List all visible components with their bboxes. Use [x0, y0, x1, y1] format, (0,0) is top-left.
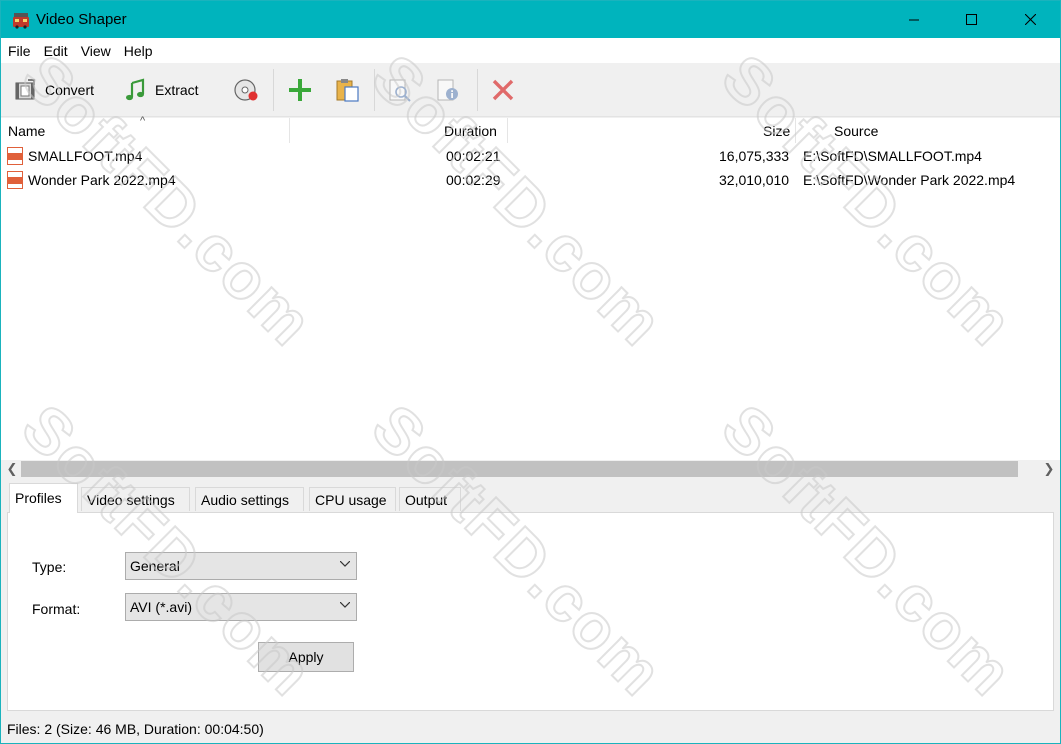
scroll-right-icon[interactable]: ❯ — [1040, 460, 1058, 478]
record-disc-button[interactable] — [232, 72, 260, 108]
status-text: Files: 2 (Size: 46 MB, Duration: 00:04:5… — [7, 721, 264, 737]
scrollbar-thumb[interactable] — [21, 461, 1018, 477]
extract-button[interactable]: Extract — [123, 72, 199, 108]
window-title: Video Shaper — [36, 11, 127, 28]
video-file-icon — [7, 147, 23, 165]
type-select[interactable]: General — [125, 552, 357, 580]
format-select-value: AVI (*.avi) — [130, 599, 192, 615]
delete-x-icon — [492, 79, 514, 101]
close-icon — [1024, 14, 1036, 25]
column-duration[interactable]: Duration — [444, 123, 497, 139]
cell-size: 32,010,010 — [719, 172, 790, 188]
menu-view[interactable]: View — [74, 38, 117, 63]
column-source[interactable]: Source — [834, 123, 878, 139]
tab-cpu-usage[interactable]: CPU usage — [309, 487, 396, 511]
cell-source: E:\SoftFD\SMALLFOOT.mp4 — [803, 148, 982, 164]
tab-video-settings[interactable]: Video settings — [81, 487, 190, 511]
list-header: ^ Name Duration Size Source — [1, 115, 1060, 143]
tab-output[interactable]: Output — [399, 487, 461, 511]
chevron-down-icon — [340, 561, 350, 567]
file-list[interactable]: ^ Name Duration Size Source SMALLFOOT.mp… — [1, 115, 1060, 460]
music-note-icon — [126, 78, 145, 101]
horizontal-scrollbar[interactable]: ❮ ❯ — [1, 460, 1060, 478]
menu-bar: File Edit View Help — [1, 38, 1060, 63]
preview-button[interactable] — [387, 72, 413, 108]
chevron-down-icon — [340, 602, 350, 608]
document-search-icon — [389, 79, 411, 102]
close-button[interactable] — [1007, 1, 1053, 38]
column-size[interactable]: Size — [763, 123, 790, 139]
sort-ascending-icon: ^ — [140, 115, 146, 127]
column-name[interactable]: Name — [8, 123, 45, 139]
document-info-icon — [437, 79, 458, 101]
column-divider[interactable] — [795, 118, 796, 143]
scroll-left-icon[interactable]: ❮ — [3, 460, 21, 478]
maximize-icon — [965, 14, 977, 25]
cell-name: Wonder Park 2022.mp4 — [28, 172, 176, 188]
minimize-icon — [909, 19, 919, 20]
apply-button[interactable]: Apply — [258, 642, 354, 672]
table-row[interactable]: Wonder Park 2022.mp4 00:02:29 32,010,010… — [1, 168, 1060, 192]
toolbar: Convert Extract — [1, 63, 1060, 117]
properties-button[interactable] — [435, 72, 461, 108]
toolbar-separator — [273, 69, 274, 111]
settings-tabs: Profiles Video settings Audio settings C… — [1, 478, 1060, 514]
format-label: Format: — [32, 601, 81, 617]
cell-name: SMALLFOOT.mp4 — [28, 148, 143, 164]
plus-icon — [289, 79, 311, 101]
minimize-button[interactable] — [891, 1, 937, 38]
app-window: Video Shaper File Edit View Help Convert — [0, 0, 1061, 744]
cell-source: E:\SoftFD\Wonder Park 2022.mp4 — [803, 172, 1016, 188]
table-row[interactable]: SMALLFOOT.mp4 00:02:21 16,075,333 E:\Sof… — [1, 144, 1060, 168]
tab-profiles[interactable]: Profiles — [9, 483, 78, 513]
type-select-value: General — [130, 558, 180, 574]
toolbar-separator — [477, 69, 478, 111]
tab-audio-settings[interactable]: Audio settings — [195, 487, 304, 511]
column-divider[interactable] — [507, 118, 508, 143]
status-bar: Files: 2 (Size: 46 MB, Duration: 00:04:5… — [1, 717, 1060, 743]
extract-label: Extract — [155, 82, 199, 98]
format-select[interactable]: AVI (*.avi) — [125, 593, 357, 621]
menu-help[interactable]: Help — [117, 38, 159, 63]
clipboard-icon — [336, 79, 359, 102]
convert-label: Convert — [45, 82, 95, 98]
toolbar-separator — [374, 69, 375, 111]
maximize-button[interactable] — [948, 1, 994, 38]
convert-button[interactable]: Convert — [13, 72, 94, 108]
cell-size: 16,075,333 — [719, 148, 790, 164]
video-file-icon — [7, 171, 23, 189]
menu-file[interactable]: File — [1, 38, 37, 63]
add-file-button[interactable] — [287, 72, 313, 108]
film-convert-icon — [15, 79, 35, 100]
app-icon — [13, 13, 29, 29]
title-bar[interactable]: Video Shaper — [1, 1, 1060, 38]
remove-button[interactable] — [491, 72, 515, 108]
column-divider[interactable] — [289, 118, 290, 143]
disc-record-icon — [234, 79, 258, 101]
paste-button[interactable] — [334, 72, 360, 108]
type-label: Type: — [32, 559, 67, 575]
menu-edit[interactable]: Edit — [37, 38, 74, 63]
cell-duration: 00:02:21 — [446, 148, 501, 164]
cell-duration: 00:02:29 — [446, 172, 501, 188]
